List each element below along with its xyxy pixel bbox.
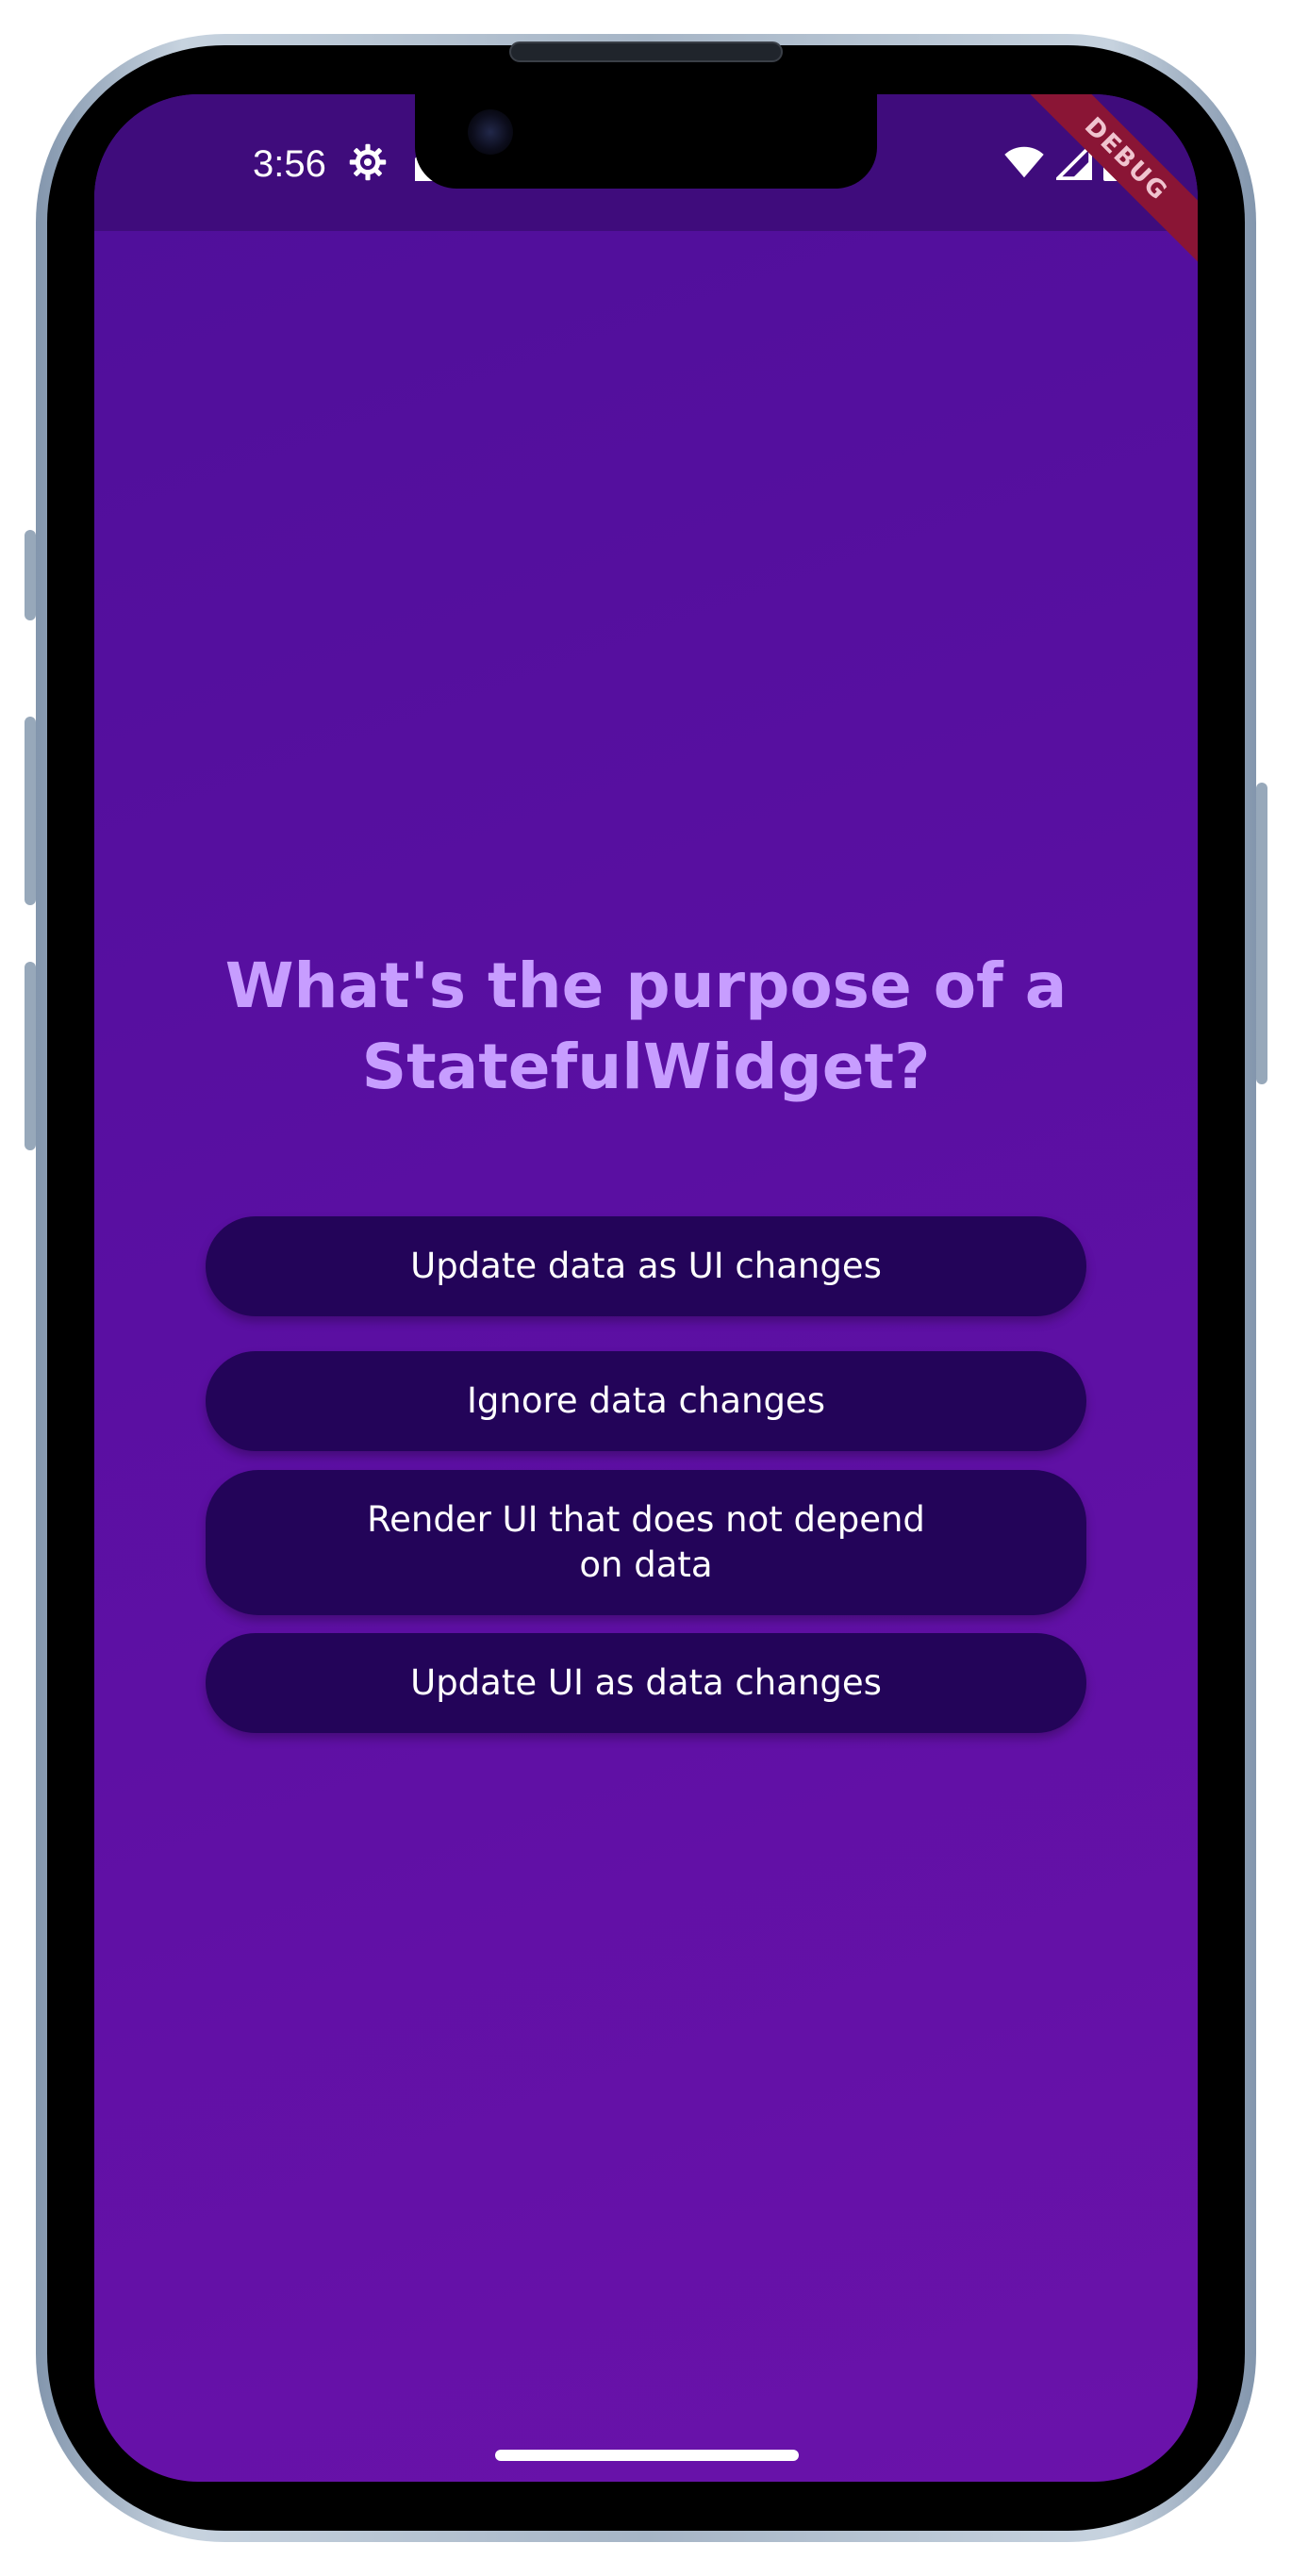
answer-button-3[interactable]: Render UI that does not depend on data bbox=[206, 1470, 1086, 1615]
front-camera-icon bbox=[468, 109, 513, 155]
wifi-icon bbox=[1004, 146, 1044, 178]
power-button bbox=[1256, 783, 1267, 1084]
volume-up-button bbox=[25, 717, 36, 905]
home-indicator[interactable] bbox=[495, 2450, 799, 2461]
mute-switch bbox=[25, 530, 36, 620]
question-text: What's the purpose of a StatefulWidget? bbox=[224, 949, 1068, 1103]
answer-button-4[interactable]: Update UI as data changes bbox=[206, 1633, 1086, 1733]
earpiece-speaker bbox=[509, 41, 783, 62]
gear-icon bbox=[349, 143, 387, 181]
camera-notch bbox=[415, 94, 877, 189]
answer-label: Ignore data changes bbox=[467, 1380, 825, 1421]
phone-screen: 3:56 DEBUG What's the purpose of a State… bbox=[94, 94, 1198, 2482]
answer-label: Update data as UI changes bbox=[410, 1246, 882, 1286]
answer-label: Update UI as data changes bbox=[410, 1662, 882, 1703]
answer-button-2[interactable]: Ignore data changes bbox=[206, 1351, 1086, 1451]
answer-button-1[interactable]: Update data as UI changes bbox=[206, 1216, 1086, 1316]
status-time: 3:56 bbox=[253, 143, 326, 185]
quiz-screen: What's the purpose of a StatefulWidget? … bbox=[94, 231, 1198, 2482]
volume-down-button bbox=[25, 962, 36, 1150]
answer-label: Render UI that does not depend on data bbox=[367, 1499, 925, 1585]
